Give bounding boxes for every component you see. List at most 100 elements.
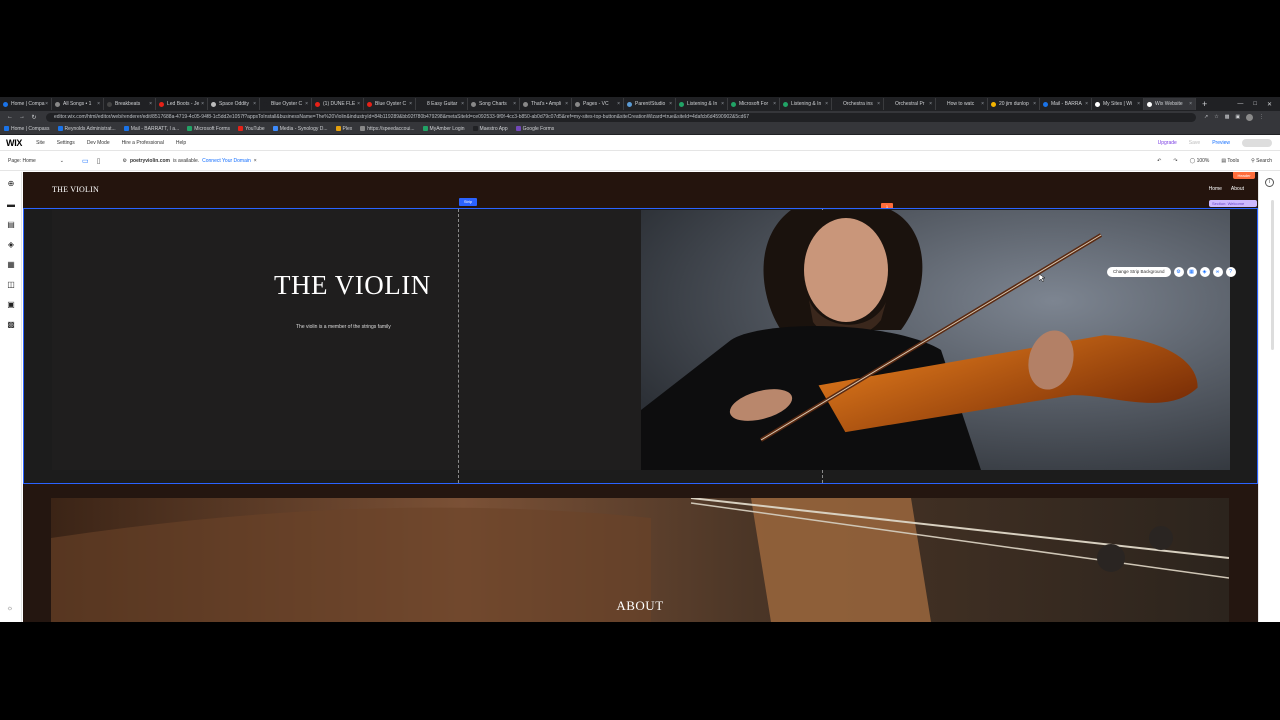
tab-close-icon[interactable]: × <box>617 101 620 107</box>
settings-icon[interactable]: ⚙ <box>1173 267 1184 277</box>
browser-tab[interactable]: Orchestra ins × <box>832 98 884 110</box>
tab-close-icon[interactable]: × <box>877 101 880 107</box>
tab-close-icon[interactable]: × <box>1137 101 1140 107</box>
bookmark-item[interactable]: Maestro App <box>472 126 508 132</box>
hero-subtitle[interactable]: The violin is a member of the strings fa… <box>296 324 391 330</box>
layout-icon[interactable]: ▦ <box>1186 267 1197 277</box>
bookmark-item[interactable]: Media - Synology D... <box>272 126 328 132</box>
tab-close-icon[interactable]: × <box>825 101 828 107</box>
tab-close-icon[interactable]: × <box>773 101 776 107</box>
search-button[interactable]: ⚲ Search <box>1251 158 1272 164</box>
menu-hire-professional[interactable]: Hire a Professional <box>116 140 170 146</box>
canvas-scrollbar[interactable] <box>1271 200 1274 350</box>
browser-tab[interactable]: 8 Easy Guitar × <box>416 98 468 110</box>
tab-close-icon[interactable]: × <box>357 101 360 107</box>
tab-close-icon[interactable]: × <box>1033 101 1036 107</box>
publish-button[interactable] <box>1242 139 1272 147</box>
portfolio-icon[interactable]: ▩ <box>6 320 16 330</box>
tab-close-icon[interactable]: × <box>981 101 984 107</box>
browser-tab[interactable]: Home | Compa × <box>0 98 52 110</box>
browser-tab[interactable]: Mail - BARRA × <box>1040 98 1092 110</box>
add-section-icon[interactable]: ▬ <box>6 200 16 210</box>
browser-tab[interactable]: Blue Oyster C × <box>260 98 312 110</box>
upgrade-button[interactable]: Upgrade <box>1158 140 1177 146</box>
nav-home[interactable]: Home <box>1209 186 1222 192</box>
pages-icon[interactable]: ▤ <box>6 220 16 230</box>
media-icon[interactable]: ▣ <box>6 300 16 310</box>
bookmark-item[interactable]: Reynolds Administrat... <box>57 126 116 132</box>
dismiss-icon[interactable]: × <box>254 158 257 164</box>
hero-title[interactable]: THE VIOLIN <box>274 270 474 301</box>
browser-tab[interactable]: Breakbeats × <box>104 98 156 110</box>
profile-avatar[interactable] <box>1246 113 1254 121</box>
browser-tab[interactable]: Listening & In × <box>676 98 728 110</box>
tab-close-icon[interactable]: × <box>305 101 308 107</box>
bookmark-item[interactable]: MyAmber Login <box>422 126 465 132</box>
browser-tab[interactable]: All Songs • 1 × <box>52 98 104 110</box>
close-window-icon[interactable]: ✕ <box>1267 101 1272 108</box>
help-circle-icon[interactable]: ? <box>1225 267 1236 277</box>
browser-tab[interactable]: How to watc × <box>936 98 988 110</box>
new-tab-button[interactable]: + <box>1196 99 1213 109</box>
browser-tab[interactable]: That's • Ampli × <box>520 98 572 110</box>
tab-close-icon[interactable]: × <box>201 101 204 107</box>
bookmark-item[interactable]: Plex <box>335 126 352 132</box>
forward-icon[interactable]: → <box>16 114 28 120</box>
change-strip-background-button[interactable]: Change Strip Background <box>1107 267 1171 277</box>
bookmark-item[interactable]: Google Forms <box>515 126 554 132</box>
tools-button[interactable]: ▤ Tools <box>1221 158 1239 164</box>
tab-close-icon[interactable]: × <box>1189 101 1192 107</box>
tab-close-icon[interactable]: × <box>721 101 724 107</box>
save-button[interactable]: Save <box>1189 140 1200 146</box>
tab-close-icon[interactable]: × <box>253 101 256 107</box>
browser-tab[interactable]: 20 jim dunlop × <box>988 98 1040 110</box>
browser-tab[interactable]: Listening & In × <box>780 98 832 110</box>
undo-icon[interactable]: ↶ <box>1157 158 1161 164</box>
site-title[interactable]: THE VIOLIN <box>52 185 99 194</box>
bookmark-item[interactable]: YouTube <box>238 126 265 132</box>
tab-close-icon[interactable]: × <box>97 101 100 107</box>
reload-icon[interactable]: ↻ <box>28 114 40 121</box>
about-title[interactable]: ABOUT <box>51 598 1229 614</box>
menu-help[interactable]: Help <box>170 140 192 146</box>
tab-close-icon[interactable]: × <box>409 101 412 107</box>
tab-close-icon[interactable]: × <box>149 101 152 107</box>
preview-button[interactable]: Preview <box>1212 140 1230 146</box>
site-design-icon[interactable]: ◈ <box>6 240 16 250</box>
tab-close-icon[interactable]: × <box>45 101 48 107</box>
design-icon[interactable]: ◈ <box>1199 267 1210 277</box>
browser-tab[interactable]: Blue Oyster C × <box>364 98 416 110</box>
browser-tab[interactable]: Orchestral Pr × <box>884 98 936 110</box>
add-apps-icon[interactable]: ▦ <box>6 260 16 270</box>
sidebar-icon[interactable]: ▣ <box>1235 114 1240 121</box>
browser-tab[interactable]: Pages - VC × <box>572 98 624 110</box>
wix-logo[interactable]: WIX <box>0 138 30 148</box>
bookmark-item[interactable]: Microsoft Forms <box>187 126 230 132</box>
tab-close-icon[interactable]: × <box>1085 101 1088 107</box>
add-elements-icon[interactable]: ⊕ <box>6 179 16 189</box>
hero-text-column[interactable]: THE VIOLIN The violin is a member of the… <box>52 210 641 470</box>
editor-canvas[interactable]: THE VIOLIN Home About Header Section: We… <box>23 172 1280 622</box>
help-icon[interactable]: ☼ <box>5 604 15 614</box>
minimize-icon[interactable]: — <box>1237 101 1243 108</box>
mobile-icon[interactable]: ▯ <box>97 157 101 165</box>
browser-tab[interactable]: Space Oddity × <box>208 98 260 110</box>
strip-badge[interactable]: Strip <box>459 198 477 206</box>
connect-domain-link[interactable]: Connect Your Domain <box>202 158 251 164</box>
browser-tab[interactable]: Microsoft For × <box>728 98 780 110</box>
tab-close-icon[interactable]: × <box>461 101 464 107</box>
zoom-level[interactable]: ◯ 100% <box>1190 158 1210 164</box>
page-selector[interactable]: Page: Home ⌄ <box>0 158 68 164</box>
tab-close-icon[interactable]: × <box>929 101 932 107</box>
browser-tab[interactable]: (1) DUNE FLE × <box>312 98 364 110</box>
redo-icon[interactable]: ↷ <box>1173 158 1177 164</box>
desktop-icon[interactable]: ▭ <box>82 157 89 165</box>
menu-site[interactable]: Site <box>30 140 51 146</box>
browser-tab[interactable]: Song Charts × <box>468 98 520 110</box>
browser-tab[interactable]: Parent/Studio × <box>624 98 676 110</box>
menu-dev-mode[interactable]: Dev Mode <box>81 140 116 146</box>
hero-strip[interactable]: THE VIOLIN The violin is a member of the… <box>23 208 1258 484</box>
tab-close-icon[interactable]: × <box>669 101 672 107</box>
bookmark-item[interactable]: Home | Compass <box>4 126 50 132</box>
tab-close-icon[interactable]: × <box>565 101 568 107</box>
